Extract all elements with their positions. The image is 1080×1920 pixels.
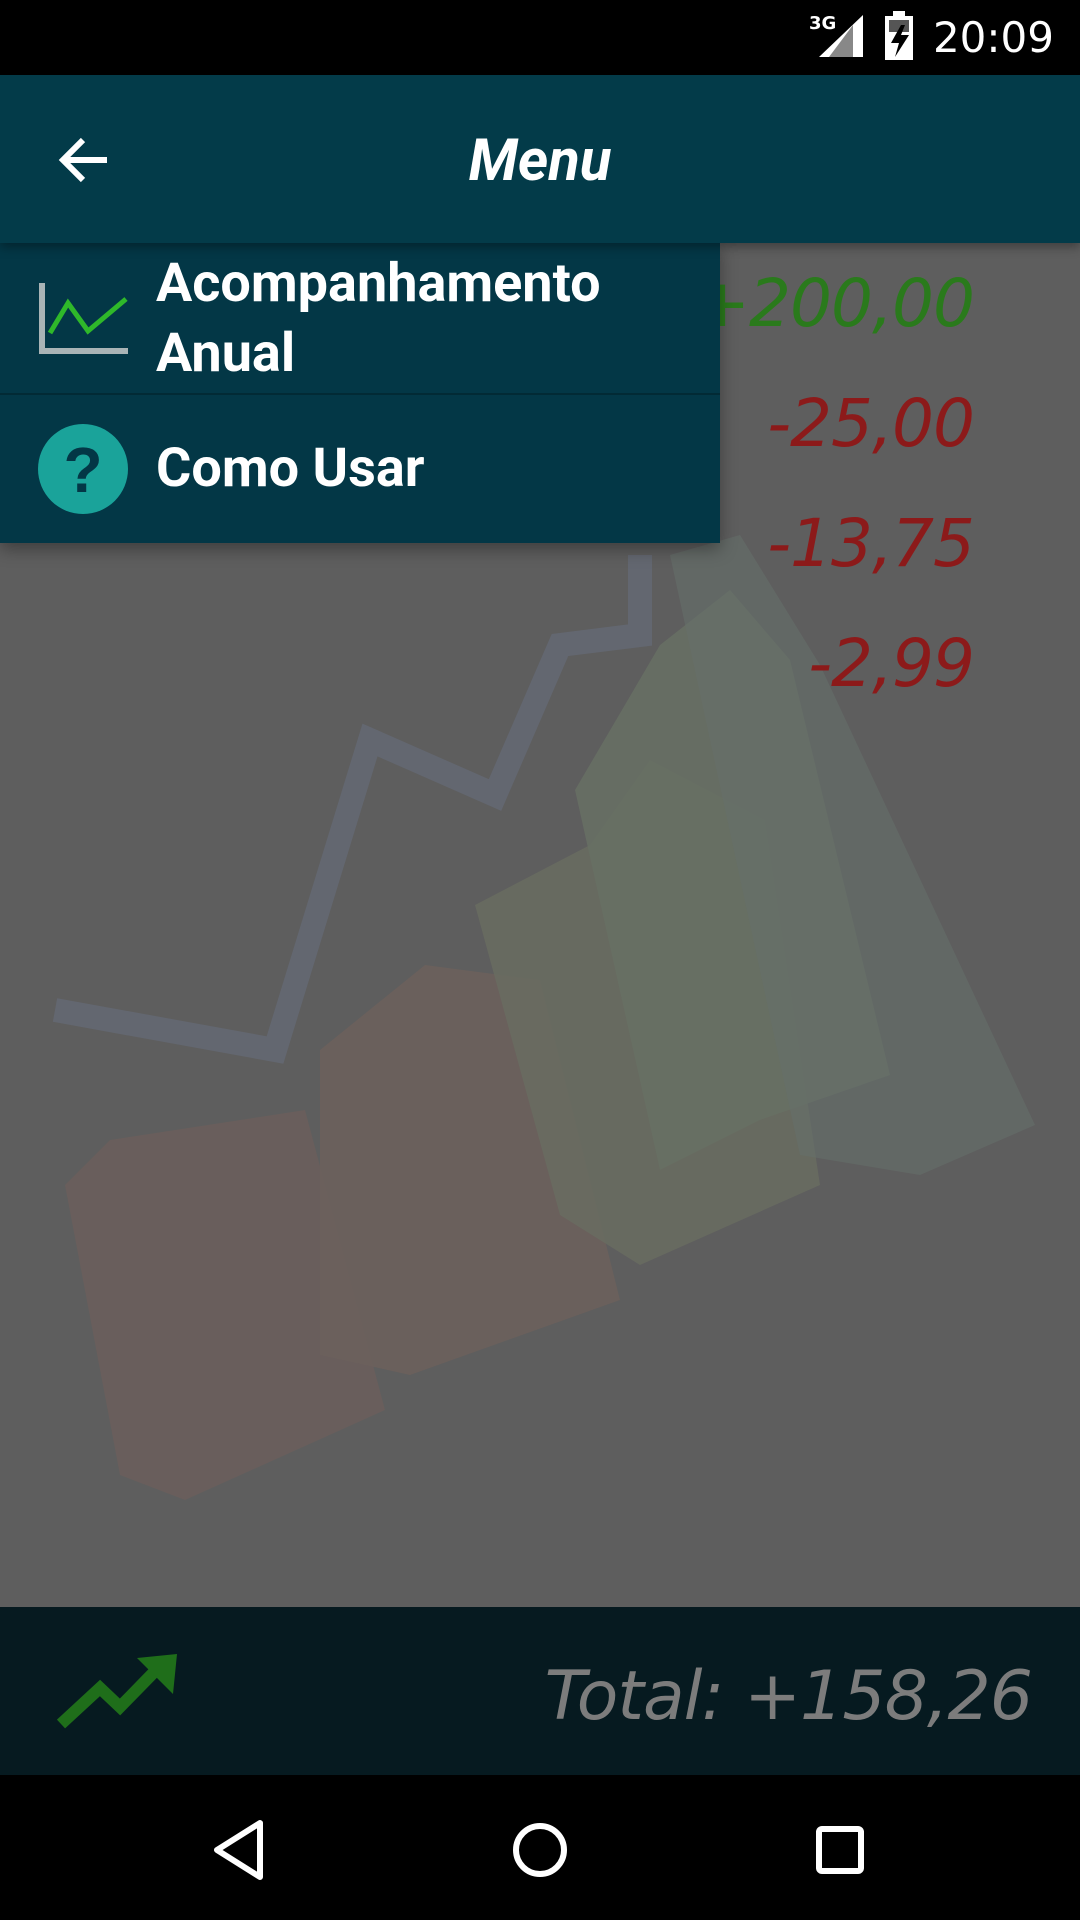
- menu-item-label: Como Usar: [156, 437, 425, 500]
- help-icon: ?: [38, 424, 128, 514]
- dropdown-menu: Acompanhamento Anual ? Como Usar: [0, 243, 720, 543]
- nav-back-icon[interactable]: [205, 1815, 275, 1885]
- svg-text:?: ?: [63, 434, 102, 506]
- total-label: Total: +158,26: [544, 1657, 1033, 1736]
- transaction-amount[interactable]: -2,99: [808, 625, 975, 702]
- menu-item-annual-tracking[interactable]: Acompanhamento Anual: [0, 243, 720, 393]
- transaction-amount[interactable]: +200,00: [695, 265, 975, 342]
- status-bar: 3G 20:09: [0, 0, 1080, 75]
- line-chart-icon: [39, 283, 128, 354]
- nav-recents-icon[interactable]: [805, 1815, 875, 1885]
- menu-item-label: Acompanhamento: [156, 252, 601, 315]
- transaction-amount[interactable]: -25,00: [767, 385, 975, 462]
- transaction-amount[interactable]: -13,75: [767, 505, 975, 582]
- app-header: Menu: [0, 75, 1080, 243]
- signal-3g-icon: 3G: [809, 13, 865, 63]
- menu-item-how-to-use[interactable]: ? Como Usar: [0, 395, 720, 543]
- network-type-label: 3G: [809, 13, 836, 34]
- nav-home-icon[interactable]: [505, 1815, 575, 1885]
- menu-item-label: Anual: [156, 322, 296, 385]
- trending-up-icon[interactable]: [55, 1652, 180, 1732]
- system-nav-bar: [0, 1775, 1080, 1920]
- status-time: 20:09: [932, 13, 1054, 62]
- total-bar: Total: +158,26: [0, 1607, 1080, 1775]
- page-title: Menu: [468, 127, 612, 195]
- battery-charging-icon: [883, 10, 915, 65]
